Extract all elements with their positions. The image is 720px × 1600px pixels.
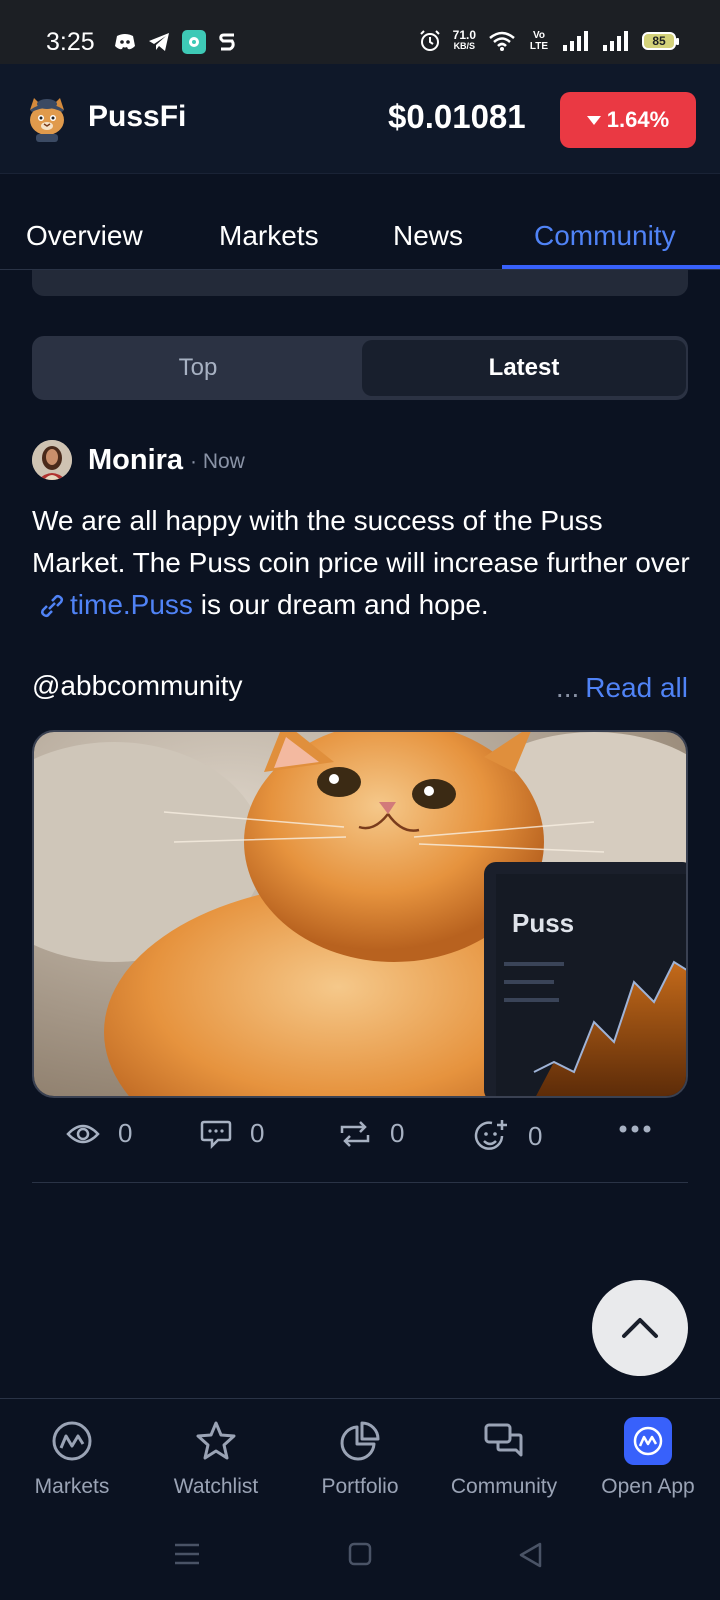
react-action[interactable]: 0 xyxy=(474,1118,542,1154)
chevron-up-icon xyxy=(622,1318,658,1338)
nav-community[interactable]: Community xyxy=(432,1417,576,1499)
read-all-label: Read all xyxy=(585,672,688,703)
nav-watchlist[interactable]: Watchlist xyxy=(144,1417,288,1499)
network-speed-value: 71.0 xyxy=(452,28,476,42)
coin-header: PussFi $0.01081 1.64% xyxy=(0,64,720,174)
reactions-count: 0 xyxy=(528,1120,543,1151)
post-timestamp: · Now xyxy=(190,450,245,473)
post-image[interactable]: Puss xyxy=(32,730,688,1098)
app-notification-icon xyxy=(182,30,206,54)
markets-icon xyxy=(48,1417,96,1465)
app-logo-icon xyxy=(624,1417,672,1465)
feed-filter-toggle: Top Latest xyxy=(32,336,688,400)
caret-down-icon xyxy=(586,115,601,125)
system-status-icons: 71.0 KB/S Vo LTE 85 xyxy=(419,28,679,52)
ellipsis-text: ... xyxy=(555,672,580,703)
repost-icon xyxy=(340,1120,370,1147)
post-handle[interactable]: @abbcommunity xyxy=(32,670,243,702)
comments-action[interactable]: 0 xyxy=(200,1118,264,1149)
nav-portfolio-label: Portfolio xyxy=(321,1475,399,1498)
network-speed-unit: KB/S xyxy=(453,41,476,51)
coin-name: PussFi xyxy=(88,100,187,133)
coin-tabs: Overview Markets News Community xyxy=(0,206,720,270)
nav-markets[interactable]: Markets xyxy=(0,1417,144,1499)
nav-open-app-label: Open App xyxy=(601,1475,695,1498)
status-time: 3:25 xyxy=(46,28,95,56)
chat-bubbles-icon xyxy=(480,1417,528,1465)
star-icon xyxy=(192,1417,240,1465)
comments-count: 0 xyxy=(250,1118,265,1148)
battery-level: 85 xyxy=(652,34,666,48)
back-icon[interactable] xyxy=(518,1542,542,1568)
filter-top-button[interactable]: Top xyxy=(36,340,360,396)
recent-apps-icon[interactable] xyxy=(174,1542,200,1566)
home-icon[interactable] xyxy=(348,1542,372,1566)
tab-markets[interactable]: Markets xyxy=(219,220,319,252)
alarm-icon xyxy=(419,30,440,51)
user-avatar-image xyxy=(32,440,72,480)
coin-price: $0.01081 xyxy=(388,98,526,135)
filter-latest-button[interactable]: Latest xyxy=(362,340,686,396)
pie-chart-icon xyxy=(336,1417,384,1465)
post-actions: 0 0 0 0 xyxy=(0,1118,720,1158)
post-divider xyxy=(32,1182,688,1183)
more-options-button[interactable] xyxy=(618,1124,652,1134)
volte-indicator: Vo LTE xyxy=(529,30,549,52)
nav-open-app[interactable]: Open App xyxy=(576,1417,720,1499)
price-change-value: 1.64% xyxy=(606,107,670,132)
views-count: 0 xyxy=(118,1118,133,1148)
eye-icon xyxy=(66,1124,100,1143)
repost-action[interactable]: 0 xyxy=(338,1118,404,1149)
s-app-icon xyxy=(219,33,235,51)
more-icon xyxy=(619,1125,651,1133)
nav-markets-label: Markets xyxy=(34,1475,110,1498)
signal-icon xyxy=(563,31,588,51)
battery-icon: 85 xyxy=(642,32,679,50)
status-bar: 3:25 71.0 KB/S Vo LTE 85 xyxy=(0,0,720,64)
wifi-icon xyxy=(489,31,515,51)
system-nav-bar xyxy=(0,1514,720,1600)
image-screen-text: Puss xyxy=(512,908,574,938)
tab-overview[interactable]: Overview xyxy=(26,220,143,252)
tab-news[interactable]: News xyxy=(393,220,463,252)
post-text-part2: is our dream and hope. xyxy=(200,589,489,620)
nav-watchlist-label: Watchlist xyxy=(173,1475,259,1498)
avatar[interactable] xyxy=(32,440,72,480)
post-author[interactable]: Monira xyxy=(88,444,183,477)
add-reaction-icon xyxy=(474,1120,507,1150)
tab-community[interactable]: Community xyxy=(534,220,676,252)
pussfi-logo-icon xyxy=(30,98,64,142)
views-action[interactable]: 0 xyxy=(66,1118,132,1149)
comment-icon xyxy=(200,1120,232,1149)
nav-community-label: Community xyxy=(450,1475,558,1498)
active-tab-indicator xyxy=(502,265,720,269)
post-body: We are all happy with the success of the… xyxy=(32,500,692,626)
telegram-icon xyxy=(149,33,169,51)
bottom-nav: Markets Watchlist Portfolio Community Op… xyxy=(0,1398,720,1514)
signal-icon-2 xyxy=(603,31,628,51)
post-text-part1: We are all happy with the success of the… xyxy=(32,505,690,578)
link-icon xyxy=(40,594,64,618)
repost-count: 0 xyxy=(390,1118,405,1148)
read-all-link[interactable]: ... Read all xyxy=(556,672,688,704)
nav-portfolio[interactable]: Portfolio xyxy=(288,1417,432,1499)
discord-icon xyxy=(115,34,135,50)
network-speed: 71.0 KB/S xyxy=(452,28,476,52)
scroll-to-top-button[interactable] xyxy=(592,1280,688,1376)
price-change-badge: 1.64% xyxy=(560,92,696,148)
post-link[interactable]: time.Puss xyxy=(70,589,193,620)
previous-card-edge xyxy=(32,270,688,296)
notification-icons xyxy=(114,30,238,54)
cat-chart-illustration: Puss xyxy=(34,732,686,1096)
